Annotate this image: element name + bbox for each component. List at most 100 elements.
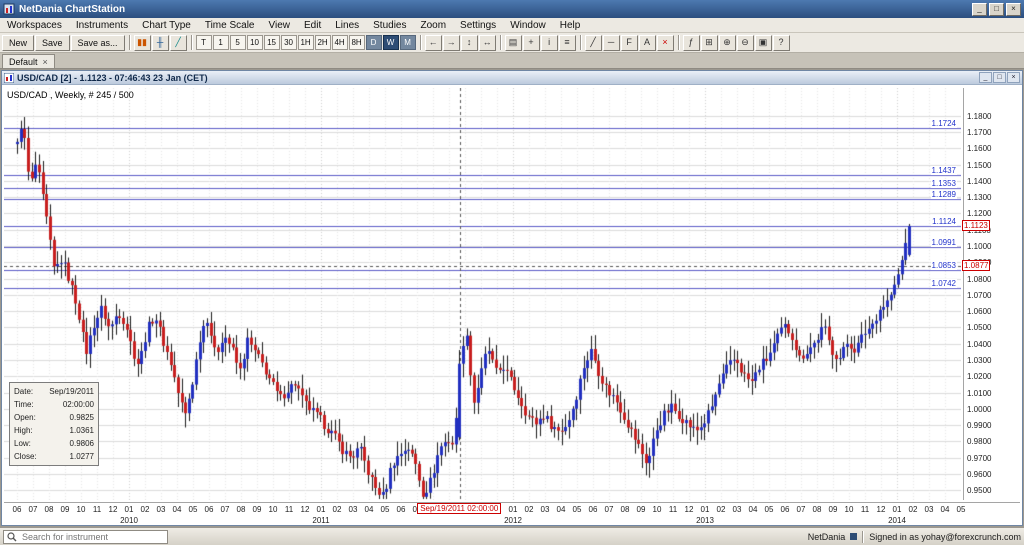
zoom-out-icon[interactable]: ⊖: [736, 34, 754, 51]
chart-window-icon: [4, 72, 14, 83]
level-price-label: 1.0742: [930, 278, 957, 288]
chart-window-titlebar[interactable]: USD/CAD [2] - 1.1123 - 07:46:43 23 Jan (…: [2, 71, 1022, 85]
level-price-label: 1.1124: [931, 216, 957, 226]
tooltip-value: 0.9806: [69, 439, 94, 448]
delete-drawing-icon[interactable]: ×: [656, 34, 674, 51]
month-tick: 12: [108, 505, 118, 514]
maximize-button[interactable]: □: [989, 2, 1004, 16]
candlestick-type-icon[interactable]: ▮▮: [133, 34, 151, 51]
price-tick: 1.0700: [967, 290, 992, 300]
month-tick: 06: [204, 505, 214, 514]
close-button[interactable]: ×: [1006, 2, 1021, 16]
search-input[interactable]: [20, 530, 155, 543]
timeframe-5[interactable]: 5: [229, 35, 246, 50]
level-price-label: 1.0853: [930, 260, 957, 270]
month-tick: 09: [60, 505, 70, 514]
menu-chart-type[interactable]: Chart Type: [135, 18, 198, 33]
vertical-zoom-icon[interactable]: ↕: [460, 34, 478, 51]
info-icon[interactable]: i: [540, 34, 558, 51]
toolbar-separator: [677, 35, 680, 50]
menu-instruments[interactable]: Instruments: [69, 18, 135, 33]
save-workspace-button[interactable]: Save: [35, 34, 70, 51]
instrument-label: USD/CAD , Weekly, # 245 / 500: [7, 90, 134, 100]
timeframe-15[interactable]: 15: [263, 35, 280, 50]
help-icon[interactable]: ?: [772, 34, 790, 51]
month-tick: 12: [684, 505, 694, 514]
month-tick: 07: [28, 505, 38, 514]
chart-restore-button[interactable]: □: [993, 72, 1006, 83]
save-as-button[interactable]: Save as...: [70, 34, 125, 51]
candlestick-chart[interactable]: [4, 88, 961, 500]
fibonacci-icon[interactable]: F: [620, 34, 638, 51]
instrument-search[interactable]: [3, 529, 168, 544]
month-tick: 01: [892, 505, 902, 514]
price-tick: 1.0600: [967, 307, 992, 317]
menu-window[interactable]: Window: [503, 18, 553, 33]
menu-view[interactable]: View: [261, 18, 297, 33]
timeframe-t[interactable]: T: [195, 35, 212, 50]
zoom-in-icon[interactable]: ⊕: [718, 34, 736, 51]
timeframe-4h[interactable]: 4H: [331, 35, 348, 50]
level-price-label: 1.1289: [930, 189, 957, 199]
month-tick: 05: [956, 505, 966, 514]
horizontal-line-icon[interactable]: ─: [602, 34, 620, 51]
shift-left-icon[interactable]: ←: [424, 34, 442, 51]
menu-help[interactable]: Help: [553, 18, 588, 33]
menu-lines[interactable]: Lines: [328, 18, 366, 33]
app-titlebar[interactable]: NetDania ChartStation _ □ ×: [0, 0, 1024, 18]
grid-icon[interactable]: ▤: [504, 34, 522, 51]
tooltip-row: Close: 1.0277: [14, 450, 94, 463]
menu-zoom[interactable]: Zoom: [413, 18, 453, 33]
shift-right-icon[interactable]: →: [442, 34, 460, 51]
menu-settings[interactable]: Settings: [453, 18, 503, 33]
chart-area[interactable]: USD/CAD , Weekly, # 245 / 500 1.1724 1.14…: [2, 86, 1022, 525]
menu-edit[interactable]: Edit: [297, 18, 328, 33]
timeframe-2h[interactable]: 2H: [314, 35, 331, 50]
print-icon[interactable]: ⊞: [700, 34, 718, 51]
time-axis[interactable]: 06 07 08 09 10 11 12 01 02 03 04 05 06 07 08 09 10 11 12 01…: [4, 502, 1020, 525]
crosshair-date-label: Sep/19/2011 02:00:00: [417, 503, 502, 514]
timeframe-30[interactable]: 30: [280, 35, 297, 50]
text-tool-icon[interactable]: A: [638, 34, 656, 51]
chart-minimize-button[interactable]: _: [979, 72, 992, 83]
year-tick: 2014: [888, 516, 906, 525]
tooltip-row: Low: 0.9806: [14, 437, 94, 450]
timeframe-w[interactable]: W: [382, 35, 399, 50]
snapshot-icon[interactable]: ▣: [754, 34, 772, 51]
crosshair-icon[interactable]: +: [522, 34, 540, 51]
month-tick: 03: [156, 505, 166, 514]
brand-square-icon: [850, 533, 858, 540]
price-axis[interactable]: 1.1800 1.1700 1.1600 1.1500 1.1400 1.1300 1.12…: [963, 88, 1020, 500]
new-workspace-button[interactable]: New: [2, 34, 35, 51]
chart-close-button[interactable]: ×: [1007, 72, 1020, 83]
month-tick: 04: [364, 505, 374, 514]
quote-list-icon[interactable]: ≡: [558, 34, 576, 51]
search-icon: [7, 531, 17, 541]
month-tick: 02: [140, 505, 150, 514]
menu-time-scale[interactable]: Time Scale: [198, 18, 262, 33]
timeframe-10[interactable]: 10: [246, 35, 263, 50]
timeframe-1[interactable]: 1: [212, 35, 229, 50]
timeframe-8h[interactable]: 8H: [348, 35, 365, 50]
timeframe-1h[interactable]: 1H: [297, 35, 314, 50]
menu-studies[interactable]: Studies: [366, 18, 413, 33]
menu-workspaces[interactable]: Workspaces: [0, 18, 69, 33]
line-type-icon[interactable]: ╱: [169, 34, 187, 51]
signed-in-text[interactable]: Signed in as yohay@forexcrunch.com: [869, 532, 1021, 542]
tab-close-icon[interactable]: ×: [43, 57, 48, 67]
price-tick: 0.9800: [967, 437, 992, 447]
indicators-icon[interactable]: ƒ: [682, 34, 700, 51]
month-tick: 10: [844, 505, 854, 514]
month-tick: 11: [92, 505, 102, 514]
price-tick: 1.0100: [967, 388, 992, 398]
tab-label: Default: [9, 56, 38, 67]
horizontal-zoom-icon[interactable]: ↔: [478, 34, 496, 51]
bar-type-icon[interactable]: ╫: [151, 34, 169, 51]
timeframe-d[interactable]: D: [365, 35, 382, 50]
minimize-button[interactable]: _: [972, 2, 987, 16]
trendline-icon[interactable]: ╱: [584, 34, 602, 51]
timeframe-m[interactable]: M: [399, 35, 416, 50]
tooltip-label: Low:: [14, 439, 31, 448]
month-tick: 04: [940, 505, 950, 514]
tab-default[interactable]: Default ×: [2, 54, 55, 68]
